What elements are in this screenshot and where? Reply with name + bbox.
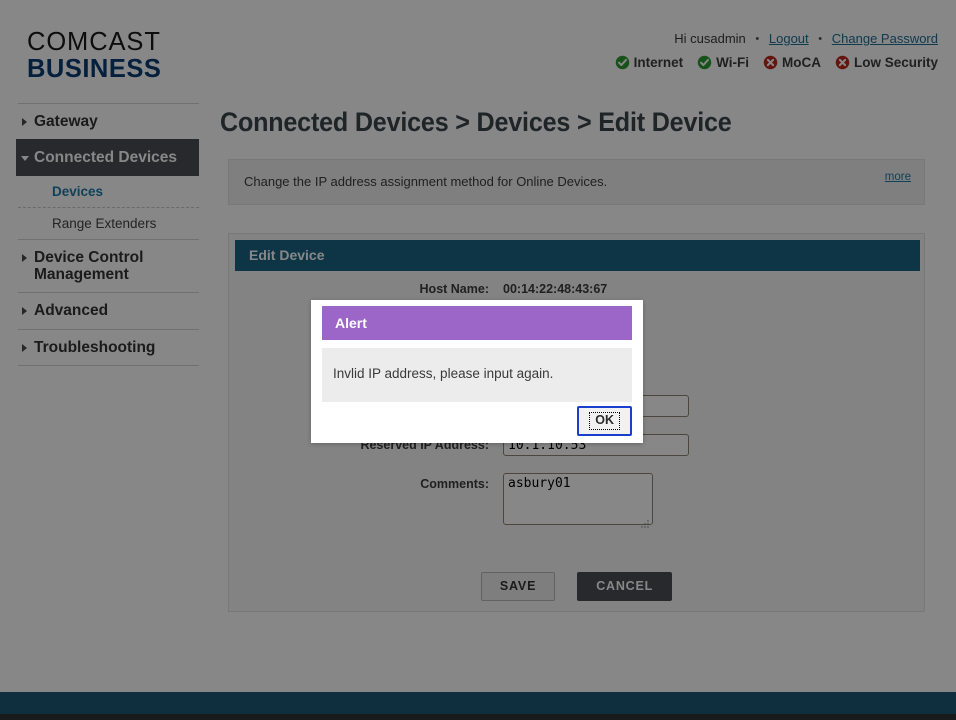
sidebar-item-label: Range Extenders — [52, 215, 157, 231]
alert-dialog-footer: OK — [322, 406, 632, 436]
alert-message: Invlid IP address, please input again. — [333, 366, 554, 381]
cancel-button[interactable]: CANCEL — [577, 572, 673, 601]
chevron-right-icon — [22, 253, 27, 262]
status-moca[interactable]: MoCA — [763, 55, 821, 70]
info-banner-text: Change the IP address assignment method … — [244, 174, 608, 189]
sidebar-item-label: Troubleshooting — [34, 338, 156, 356]
alert-dialog-title: Alert — [335, 315, 367, 331]
save-button[interactable]: SAVE — [480, 572, 556, 601]
status-wifi-label: Wi-Fi — [716, 55, 749, 70]
field-row-comments: Comments: — [229, 473, 924, 530]
status-low-security-label: Low Security — [853, 55, 938, 70]
panel-header: Edit Device — [235, 240, 920, 271]
page-header: COMCAST BUSINESS Hi cusadmin • Logout • … — [0, 0, 956, 87]
comments-textarea[interactable] — [503, 473, 653, 525]
footer-band — [0, 692, 956, 714]
alert-dialog: Alert Invlid IP address, please input ag… — [311, 300, 643, 443]
logo-line-comcast: COMCAST — [27, 28, 161, 56]
separator-dot-1: • — [755, 33, 760, 45]
field-label: Comments: — [420, 477, 489, 491]
check-circle-icon — [697, 55, 712, 70]
comcast-business-logo: COMCAST BUSINESS — [27, 28, 162, 83]
chevron-down-icon — [21, 156, 29, 162]
sidebar-item-label: Gateway — [34, 113, 98, 130]
sidebar-item-label: Connected Devices — [34, 149, 177, 167]
sidebar-item-device-control-management[interactable]: Device Control Management — [18, 238, 199, 293]
sidebar-item-troubleshooting[interactable]: Troubleshooting — [18, 328, 199, 365]
logo-line-business: BUSINESS — [27, 54, 162, 83]
nav-divider — [18, 365, 199, 367]
status-internet[interactable]: Internet — [615, 55, 684, 70]
user-account-bar: Hi cusadmin • Logout • Change Password — [674, 31, 938, 46]
page-title: Connected Devices > Devices > Edit Devic… — [220, 107, 732, 137]
sidebar-item-gateway[interactable]: Gateway — [18, 103, 199, 139]
sidebar-nav: Gateway Connected Devices Devices Range … — [0, 87, 218, 720]
sidebar-item-devices[interactable]: Devices — [18, 176, 199, 207]
greeting-text: Hi cusadmin — [674, 31, 746, 46]
status-wifi[interactable]: Wi-Fi — [697, 55, 749, 70]
sidebar-item-advanced[interactable]: Advanced — [18, 292, 199, 328]
status-moca-label: MoCA — [781, 55, 821, 70]
status-low-security[interactable]: Low Security — [835, 55, 938, 70]
host-name-value: 00:14:22:48:43:67 — [503, 282, 608, 296]
footer-base — [0, 714, 956, 720]
chevron-right-icon — [22, 343, 27, 352]
x-circle-icon — [835, 55, 850, 70]
chevron-right-icon — [22, 307, 27, 316]
field-row-host-name: Host Name: 00:14:22:48:43:67 — [229, 278, 924, 300]
sidebar-item-label: Devices — [52, 183, 104, 199]
logout-link[interactable]: Logout — [769, 31, 809, 46]
info-more-link[interactable]: more — [885, 171, 911, 183]
change-password-link[interactable]: Change Password — [832, 31, 938, 46]
status-indicator-bar: Internet Wi-Fi MoCA Low Security — [615, 55, 938, 70]
chevron-right-icon — [22, 118, 27, 126]
form-actions: SAVE CANCEL — [229, 572, 924, 601]
check-circle-icon — [615, 55, 630, 70]
separator-dot-2: • — [818, 33, 823, 45]
alert-dialog-body: Invlid IP address, please input again. — [322, 348, 632, 402]
alert-ok-button[interactable]: OK — [577, 406, 632, 436]
sidebar-item-label: Advanced — [34, 302, 109, 320]
info-banner: Change the IP address assignment method … — [228, 159, 925, 205]
alert-dialog-header: Alert — [322, 306, 632, 340]
alert-ok-label: OK — [589, 412, 620, 430]
sidebar-item-label: Device Control Management — [34, 248, 144, 284]
x-circle-icon — [763, 55, 778, 70]
sidebar-item-connected-devices[interactable]: Connected Devices — [16, 139, 199, 176]
nav-list: Gateway Connected Devices Devices Range … — [16, 103, 199, 367]
field-label: Host Name: — [419, 282, 489, 296]
panel-title: Edit Device — [249, 247, 325, 263]
sidebar-item-range-extenders[interactable]: Range Extenders — [18, 206, 199, 239]
status-internet-label: Internet — [633, 55, 684, 70]
